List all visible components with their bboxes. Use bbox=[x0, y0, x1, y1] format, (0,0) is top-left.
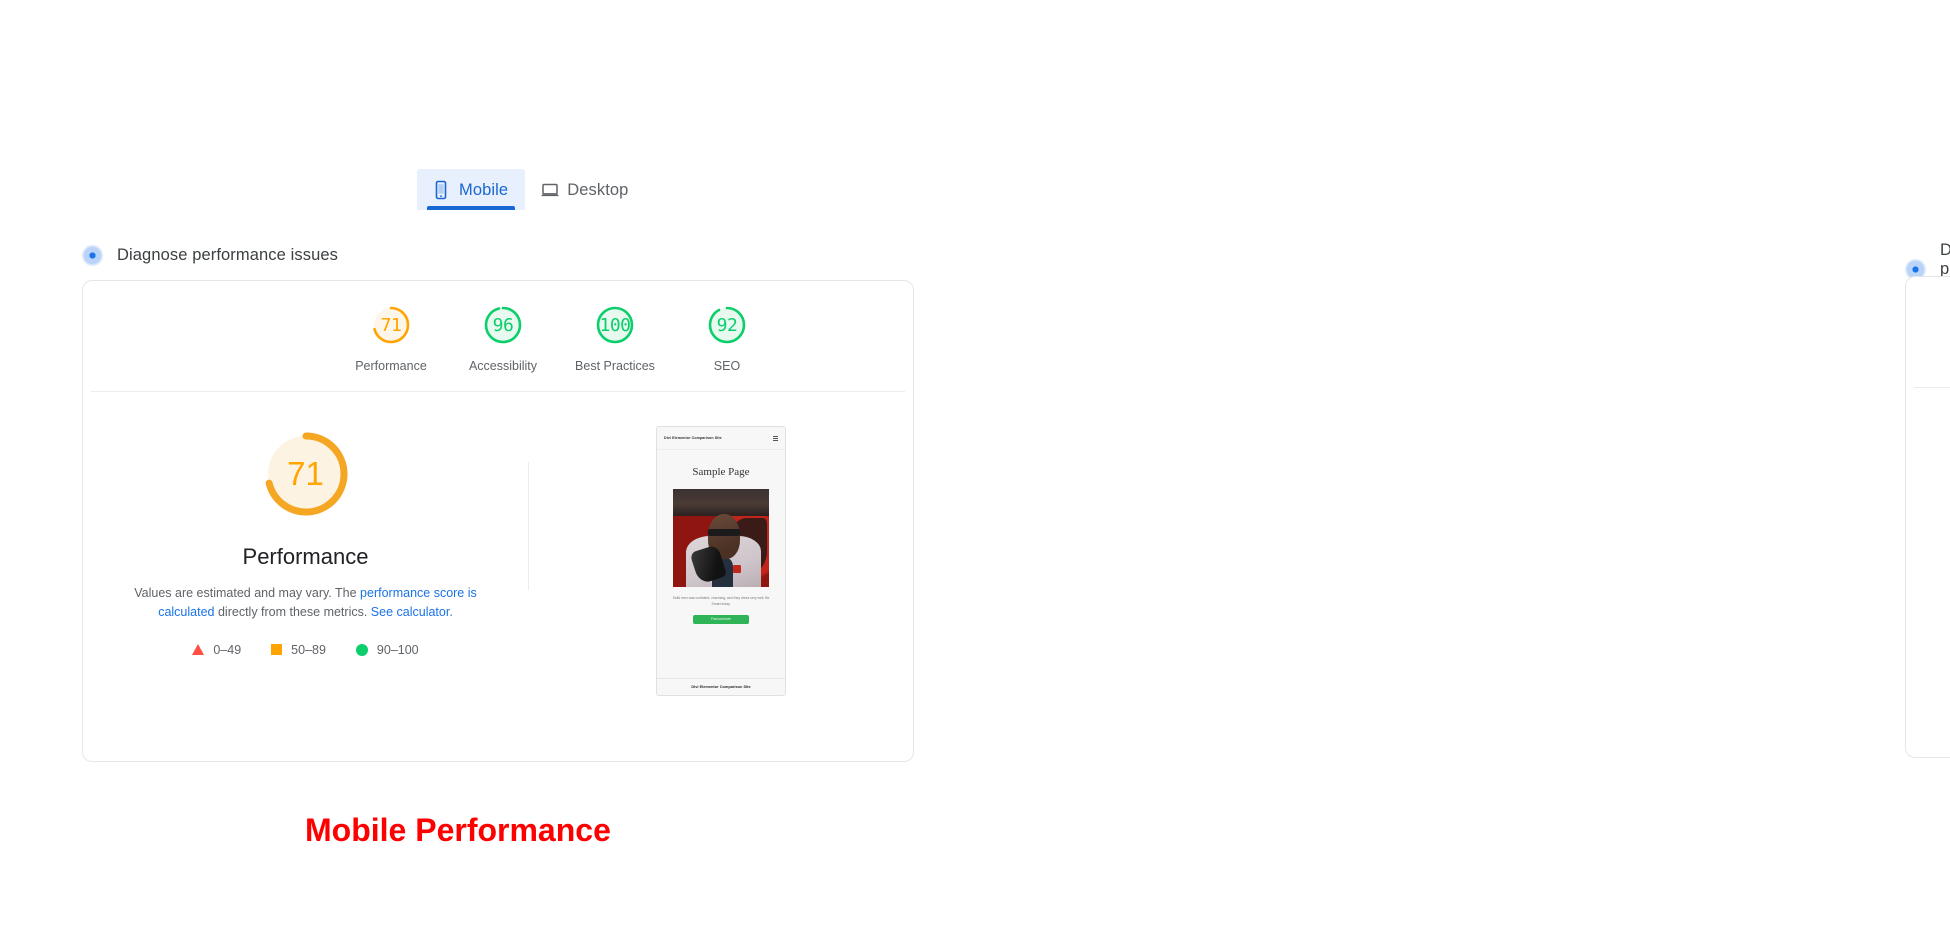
mobile-report-panel: Mobile Desktop Diagnose performance issu… bbox=[0, 0, 975, 933]
performance-gauge-column: 71 Performance Values are estimated and … bbox=[83, 426, 528, 657]
score-label: Best Practices bbox=[575, 359, 655, 373]
desktop-report-panel: Mobile Desktop Diagnose performance issu… bbox=[975, 0, 1950, 933]
score-item-best-practices[interactable]: 100 Best Practices bbox=[559, 303, 671, 373]
preview-column: Divi Elementor Comparison Site Sample Pa… bbox=[529, 426, 913, 696]
performance-title: Performance bbox=[242, 544, 369, 569]
gauge-seo-small: 92 bbox=[705, 303, 749, 347]
preview-brand: Divi Elementor Comparison Site bbox=[664, 436, 722, 440]
score-label: Accessibility bbox=[468, 359, 538, 373]
legend-label: 0–49 bbox=[213, 642, 242, 657]
see-calculator-link[interactable]: See calculator. bbox=[371, 605, 453, 619]
tab-mobile[interactable]: Mobile bbox=[417, 169, 526, 210]
note-mid: directly from these metrics. bbox=[214, 605, 371, 620]
gauge-accessibility-small: 96 bbox=[481, 303, 525, 347]
legend-item-poor: 0–49 bbox=[192, 643, 241, 657]
triangle-icon bbox=[192, 644, 205, 656]
lighthouse-report-card-desktop: 94 Performance 91 Accessibility 100 Best… bbox=[1905, 276, 1950, 758]
score-item-seo[interactable]: 92 SEO bbox=[671, 303, 783, 373]
preview-footer: Divi Elementor Comparison Site bbox=[657, 678, 785, 695]
preview-photo bbox=[673, 489, 769, 587]
performance-score-value: 71 bbox=[287, 455, 324, 492]
score-item-accessibility[interactable]: 96 Accessibility bbox=[447, 303, 559, 373]
preview-header: Divi Elementor Comparison Site bbox=[657, 427, 785, 450]
legend-label: 50–89 bbox=[291, 642, 326, 657]
score-label: SEO bbox=[713, 359, 741, 373]
preview-page-title: Sample Page bbox=[692, 466, 750, 478]
gauge-performance-small: 71 bbox=[369, 303, 413, 347]
circle-icon bbox=[355, 643, 368, 656]
note-lead: Values are estimated and may vary. The bbox=[134, 586, 361, 600]
score-value: 100 bbox=[599, 314, 631, 336]
report-body: 71 Performance Values are estimated and … bbox=[83, 392, 913, 696]
score-label: Performance bbox=[355, 359, 427, 373]
mobile-performance-caption: Mobile Performance bbox=[305, 812, 611, 848]
category-score-strip: 71 Performance 96 Accessibility 100 Best… bbox=[91, 281, 905, 392]
performance-note: Values are estimated and may vary. The p… bbox=[126, 584, 486, 623]
score-value: 96 bbox=[492, 314, 514, 336]
score-legend: 0–49 50–89 90–100 bbox=[192, 642, 419, 657]
diagnose-performance-row[interactable]: Diagnose performance issues bbox=[82, 245, 338, 266]
diagnose-label: Diagnose performance issues bbox=[117, 246, 338, 264]
lighthouse-report-card-mobile: 71 Performance 96 Accessibility 100 Best… bbox=[82, 280, 914, 762]
radio-dot-icon[interactable] bbox=[82, 245, 103, 266]
report-body: 94 Performance Values are estimated and … bbox=[1906, 388, 1950, 678]
preview-caption: Solid men was confident, charming, and t… bbox=[672, 596, 770, 607]
tab-desktop[interactable]: Desktop bbox=[525, 169, 645, 210]
score-value: 71 bbox=[380, 314, 402, 336]
legend-item-average: 50–89 bbox=[271, 643, 326, 657]
laptop-icon bbox=[540, 180, 559, 200]
device-tab-group-mobile: Mobile Desktop bbox=[417, 169, 645, 210]
square-icon bbox=[271, 644, 283, 656]
gauge-best-practices-small: 100 bbox=[593, 303, 637, 347]
legend-item-good: 90–100 bbox=[355, 642, 419, 657]
hamburger-icon bbox=[773, 435, 778, 441]
mobile-page-screenshot[interactable]: Divi Elementor Comparison Site Sample Pa… bbox=[656, 426, 786, 696]
performance-gauge-column: 94 Performance Values are estimated and … bbox=[1906, 422, 1950, 678]
gauge-performance-large: 71 bbox=[258, 426, 354, 522]
score-value: 92 bbox=[716, 314, 738, 336]
tab-desktop-label: Desktop bbox=[567, 180, 629, 199]
preview-cta-button: Find out more bbox=[693, 614, 749, 624]
score-item-performance[interactable]: 71 Performance bbox=[335, 303, 447, 373]
tab-mobile-label: Mobile bbox=[459, 180, 509, 199]
legend-label: 90–100 bbox=[376, 642, 419, 657]
phone-icon bbox=[432, 180, 450, 200]
category-score-strip: 94 Performance 91 Accessibility 100 Best… bbox=[1914, 277, 1950, 388]
